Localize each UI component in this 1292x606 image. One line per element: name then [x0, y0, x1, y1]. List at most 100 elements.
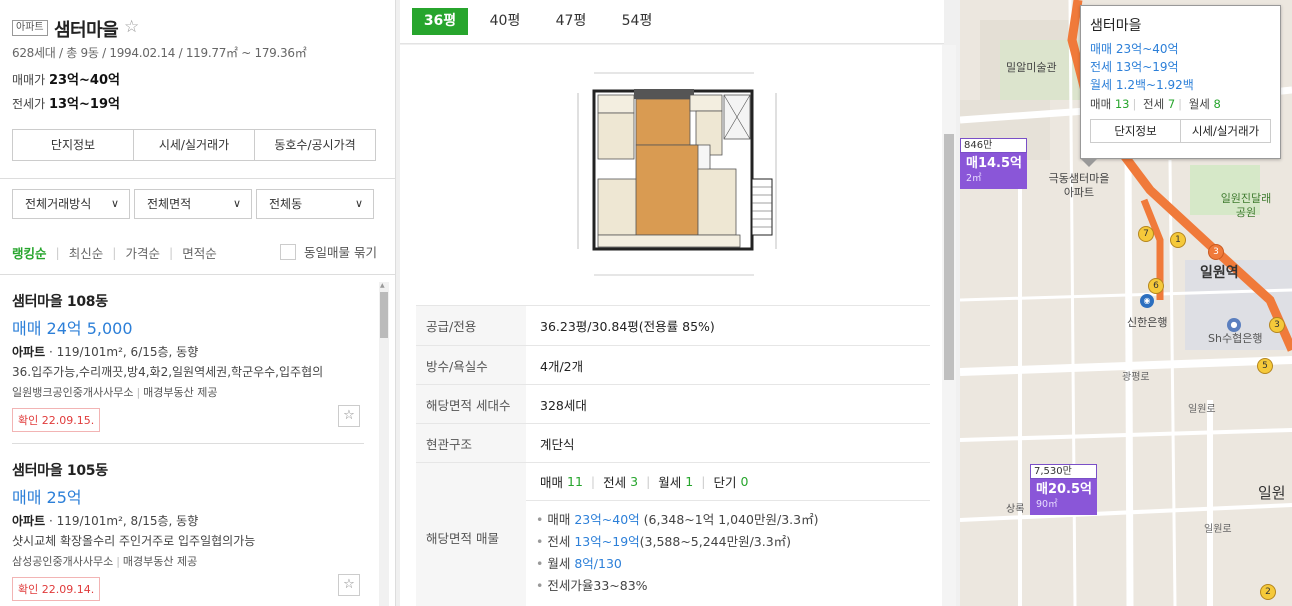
area-select-label: 전체면적: [147, 197, 192, 211]
property-type-badge: 아파트: [12, 20, 48, 36]
map-label: 밀알미술관: [1006, 61, 1057, 74]
bundle-same-listings[interactable]: 동일매물 묶기: [280, 242, 377, 261]
monthly-count: 1: [685, 474, 694, 489]
scrollbar-thumb[interactable]: [380, 292, 388, 338]
listing-agent: 삼성공인중개사사무소 | 매경부동산 제공: [12, 555, 198, 568]
sort-price[interactable]: 가격순: [125, 243, 160, 262]
unit-price-button[interactable]: 동호수/공시가격: [255, 130, 375, 160]
confirmed-date-badge: 확인 22.09.14.: [12, 577, 101, 601]
table-row: 해당면적 세대수 328세대: [416, 385, 930, 424]
popup-counts: 매매 13 | 전세 7 | 월세 8: [1090, 97, 1221, 111]
jeonse-count-label: 전세: [603, 475, 627, 490]
bundle-checkbox[interactable]: [280, 243, 296, 260]
map-label: 신한은행: [1127, 316, 1168, 329]
table-row: 공급/전용 36.23평/30.84평(전용률 85%): [416, 306, 930, 346]
provider: 매경부동산 제공: [143, 386, 218, 399]
scrollbar-thumb[interactable]: [944, 134, 954, 380]
building-select[interactable]: 전체동 ∨: [256, 189, 374, 219]
provider: 매경부동산 제공: [122, 555, 198, 568]
listing-title: 샘터마을 108동: [12, 294, 108, 310]
list-item[interactable]: 샘터마을 105동 매매 25억 아파트 · 119/101m², 8/15층,…: [12, 460, 364, 601]
area-tabs: 36평 40평 47평 54평: [400, 0, 944, 44]
area-select[interactable]: 전체면적 ∨: [134, 189, 252, 219]
favorite-star-icon[interactable]: ☆: [124, 17, 139, 37]
bundle-label: 동일매물 묶기: [304, 245, 377, 260]
popup-sale[interactable]: 매매 23억~40억: [1090, 40, 1271, 58]
jeonse-count: 3: [630, 474, 639, 489]
subway-exit-icon: 7: [1138, 226, 1154, 242]
marker-box: 매14.5억 2㎡: [960, 153, 1027, 189]
favorite-star-icon[interactable]: ☆: [338, 405, 360, 427]
popup-price-button[interactable]: 시세/실거래가: [1181, 120, 1270, 142]
map-label: 광평로: [1122, 372, 1150, 383]
monthly-count-label: 월세: [658, 475, 682, 490]
price-history-button[interactable]: 시세/실거래가: [134, 130, 255, 160]
complex-popup: 샘터마을 매매 23억~40억 전세 13억~19억 월세 1.2백~1.92백…: [1080, 5, 1281, 167]
subway-exit-icon: 6: [1148, 278, 1164, 294]
jeonse-price-line: 전세가 13억~19억: [12, 93, 120, 112]
rooms-label: 방수/욕실수: [416, 346, 526, 384]
complex-info-button[interactable]: 단지정보: [13, 130, 134, 160]
building-select-label: 전체동: [269, 197, 303, 211]
detail-scrollbar[interactable]: [942, 45, 956, 606]
tab-36[interactable]: 36평: [412, 8, 468, 35]
map-view[interactable]: 샘터마을 매매 23억~40억 전세 13억~19억 월세 1.2백~1.92백…: [960, 0, 1292, 606]
jeonse-price-label: 전세가: [12, 97, 46, 111]
bank-icon: ●: [1227, 318, 1241, 332]
units-label: 해당면적 세대수: [416, 385, 526, 423]
listing-scrollbar[interactable]: ▲: [379, 282, 389, 606]
popup-complex-info-button[interactable]: 단지정보: [1091, 120, 1181, 142]
tab-40[interactable]: 40평: [478, 8, 532, 35]
table-row: 해당면적 매물 매매 11 | 전세 3 | 월세 1 | 단기 0 • 매매 …: [416, 463, 930, 606]
price-range-row: • 전세가율33~83%: [536, 578, 648, 593]
map-label: 일원: [1258, 484, 1286, 502]
tab-54[interactable]: 54평: [610, 8, 664, 35]
marker-price: 매14.5억: [966, 156, 1022, 171]
short-count: 0: [740, 474, 749, 489]
units-value: 328세대: [540, 397, 587, 413]
jeonse-price-value: 13억~19억: [48, 97, 120, 112]
bank-icon: ◉: [1140, 294, 1154, 308]
popup-jeonse[interactable]: 전세 13억~19억: [1090, 58, 1271, 76]
list-item[interactable]: 샘터마을 108동 매매 24억 5,000 아파트 · 119/101m², …: [12, 291, 364, 432]
entrance-label: 현관구조: [416, 424, 526, 462]
popup-buttons: 단지정보 시세/실거래가: [1090, 119, 1271, 143]
price-range-row: • 전세 13억~19억(3,588~5,244만원/3.3㎡): [536, 534, 792, 549]
price-marker[interactable]: 7,530만 매20.5억 90㎡: [1030, 464, 1097, 515]
listing-type: 아파트: [12, 345, 46, 359]
price-marker[interactable]: 846만 매14.5억 2㎡: [960, 138, 1027, 189]
chevron-down-icon: ∨: [110, 197, 119, 210]
marker-area: 2㎡: [966, 173, 982, 184]
map-label: 극동샘터마을 아파트: [1048, 172, 1110, 199]
listing-spec: 아파트 · 119/101m², 8/15층, 동향: [12, 514, 199, 528]
trade-type-select[interactable]: 전체거래방식 ∨: [12, 189, 130, 219]
listing-price: 매매 24억 5,000: [12, 319, 133, 338]
divider: [12, 443, 364, 444]
area-listings-label: 해당면적 매물: [416, 463, 526, 606]
scroll-up-arrow-icon[interactable]: ▲: [380, 282, 385, 289]
trade-type-select-label: 전체거래방식: [25, 197, 92, 211]
sort-latest[interactable]: 최신순: [69, 243, 104, 262]
area-detail-content: 공급/전용 36.23평/30.84평(전용률 85%) 방수/욕실수 4개/2…: [400, 45, 944, 606]
price-range-row: • 월세 8억/130: [536, 556, 622, 571]
chevron-down-icon: ∨: [354, 197, 363, 210]
subway-exit-icon: 1: [1170, 232, 1186, 248]
listing-spec-text: 119/101m², 8/15층, 동향: [56, 514, 199, 528]
popup-monthly[interactable]: 월세 1.2백~1.92백: [1090, 76, 1271, 94]
popup-title: 샘터마을: [1090, 18, 1142, 34]
sale-price-label: 매매가: [12, 73, 46, 87]
listing-title: 샘터마을 105동: [12, 463, 108, 479]
entrance-value: 계단식: [540, 436, 575, 452]
sale-price-line: 매매가 23억~40억: [12, 69, 120, 88]
marker-box: 매20.5억 90㎡: [1030, 479, 1097, 515]
sort-ranking[interactable]: 랭킹순: [12, 243, 47, 262]
subway-exit-icon: 5: [1257, 358, 1273, 374]
listing-type: 아파트: [12, 514, 46, 528]
favorite-star-icon[interactable]: ☆: [338, 574, 360, 596]
subway-exit-icon: 2: [1260, 584, 1276, 600]
complex-action-buttons: 단지정보 시세/실거래가 동호수/공시가격: [12, 129, 376, 161]
marker-tag: 7,530만: [1030, 464, 1097, 479]
map-label: Sh수협은행: [1208, 332, 1263, 345]
sort-area[interactable]: 면적순: [182, 243, 217, 262]
tab-47[interactable]: 47평: [544, 8, 598, 35]
